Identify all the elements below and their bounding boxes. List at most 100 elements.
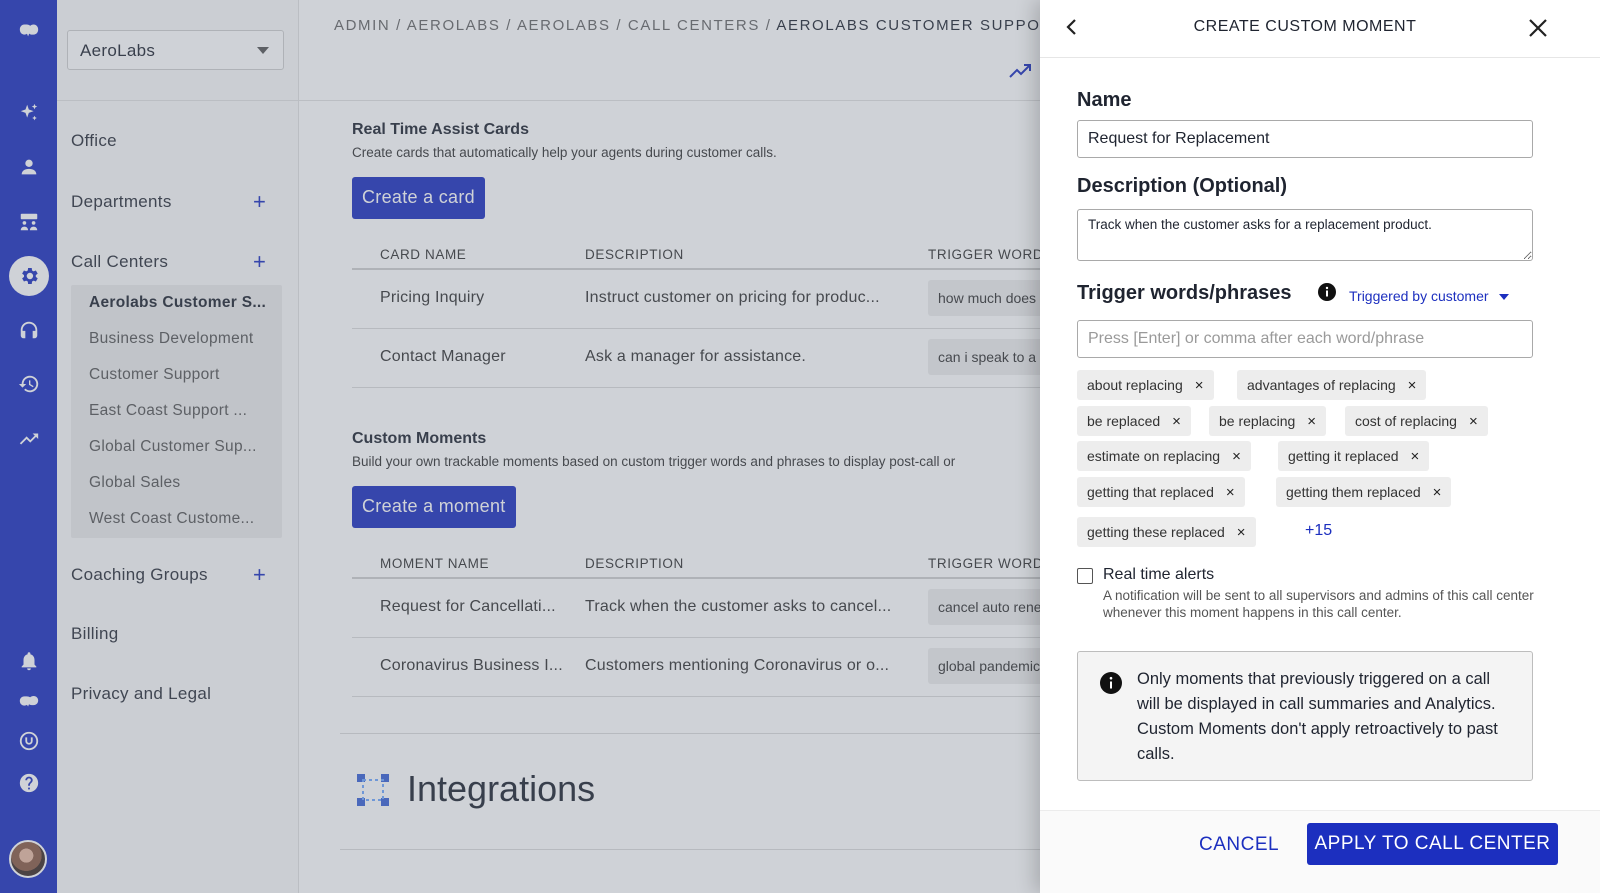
name-input[interactable] — [1077, 120, 1533, 158]
close-icon[interactable] — [1526, 16, 1550, 40]
gear-icon[interactable] — [0, 256, 57, 296]
realtime-alerts-label[interactable]: Real time alerts — [1103, 566, 1214, 584]
apply-button[interactable]: APPLY TO CALL CENTER — [1307, 823, 1558, 865]
call-center-list: Aerolabs Customer S... Business Developm… — [71, 285, 282, 538]
add-coaching-group-button[interactable]: + — [253, 564, 266, 586]
bell-icon[interactable] — [0, 641, 57, 681]
list-item[interactable]: Customer Support — [71, 357, 282, 393]
cancel-button[interactable]: CANCEL — [1199, 834, 1279, 856]
divider — [352, 577, 1052, 579]
divider — [352, 637, 1052, 638]
list-item[interactable]: West Coast Custome... — [71, 501, 282, 537]
sparkle-icon[interactable] — [0, 93, 57, 133]
info-icon — [1100, 672, 1122, 694]
moment-name[interactable]: Request for Cancellati... — [380, 598, 556, 616]
remove-tag-icon[interactable]: × — [1232, 448, 1241, 465]
avatar[interactable] — [9, 840, 47, 878]
trend-icon[interactable] — [0, 419, 57, 459]
create-moment-button[interactable]: Create a moment — [352, 486, 516, 528]
triggered-by-select[interactable]: Triggered by customer — [1349, 288, 1509, 304]
card-desc: Ask a manager for assistance. — [585, 348, 807, 365]
list-item[interactable]: Business Development — [71, 321, 282, 357]
moments-title: Custom Moments — [352, 430, 487, 447]
icon-rail — [0, 0, 57, 893]
card-name[interactable]: Contact Manager — [380, 348, 506, 366]
remove-tag-icon[interactable]: × — [1307, 413, 1316, 430]
description-input[interactable]: Track when the customer asks for a repla… — [1077, 209, 1533, 261]
info-note: Only moments that previously triggered o… — [1077, 651, 1533, 781]
org-select[interactable]: AeroLabs — [67, 30, 284, 70]
cards-subtitle: Create cards that automatically help you… — [352, 145, 777, 160]
remove-tag-icon[interactable]: × — [1433, 484, 1442, 501]
remove-tag-icon[interactable]: × — [1226, 484, 1235, 501]
nav-privacy[interactable]: Privacy and Legal — [71, 684, 211, 704]
tag-chip: getting it replaced × — [1278, 441, 1430, 471]
integrations-title: Integrations — [407, 768, 596, 809]
card-desc: Instruct customer on pricing for produc.… — [585, 289, 880, 306]
breadcrumb: ADMIN / AEROLABS / AEROLABS / CALL CENTE… — [334, 17, 1064, 34]
dialpad-logo-icon[interactable] — [0, 10, 57, 50]
create-card-button[interactable]: Create a card — [352, 177, 485, 219]
card-name[interactable]: Pricing Inquiry — [380, 289, 484, 307]
tag-chip: getting them replaced × — [1276, 477, 1452, 507]
remove-tag-icon[interactable]: × — [1172, 413, 1181, 430]
chevron-down-icon — [1498, 294, 1509, 301]
trigger-chip: global pandemic — [928, 648, 1048, 684]
tag-chip: getting these replaced × — [1077, 517, 1256, 547]
remove-tag-icon[interactable]: × — [1408, 377, 1417, 394]
tag-chip: cost of replacing × — [1345, 406, 1488, 436]
column-header: DESCRIPTION — [585, 247, 684, 262]
trigger-chip: how much does — [928, 280, 1048, 316]
list-item[interactable]: Aerolabs Customer S... — [71, 285, 282, 321]
description-label: Description (Optional) — [1077, 175, 1287, 197]
remove-tag-icon[interactable]: × — [1469, 413, 1478, 430]
divider — [352, 696, 1052, 697]
remove-tag-icon[interactable]: × — [1237, 524, 1246, 541]
trigger-input[interactable] — [1077, 320, 1533, 358]
more-tags-link[interactable]: +15 — [1305, 522, 1332, 540]
nav-office[interactable]: Office — [71, 131, 117, 151]
chat-icon[interactable] — [0, 721, 57, 761]
column-header: MOMENT NAME — [380, 556, 490, 571]
settings-nav: AeroLabs Office Departments + Call Cente… — [57, 0, 299, 893]
help-icon[interactable] — [0, 763, 57, 803]
divider — [340, 849, 1100, 850]
tag-chip: be replaced × — [1077, 406, 1191, 436]
add-department-button[interactable]: + — [253, 191, 266, 213]
tag-chip: advantages of replacing × — [1237, 370, 1427, 400]
divider — [340, 733, 1100, 734]
column-header: DESCRIPTION — [585, 556, 684, 571]
list-item[interactable]: East Coast Support ... — [71, 393, 282, 429]
moment-name[interactable]: Coronavirus Business I... — [380, 657, 563, 675]
headset-icon[interactable] — [0, 310, 57, 350]
nav-departments[interactable]: Departments — [71, 192, 172, 212]
add-call-center-button[interactable]: + — [253, 251, 266, 273]
trigger-chip: cancel auto rene — [928, 589, 1048, 625]
create-moment-drawer: CREATE CUSTOM MOMENT Name Description (O… — [1040, 0, 1600, 893]
remove-tag-icon[interactable]: × — [1411, 448, 1420, 465]
info-icon[interactable] — [1318, 283, 1336, 301]
nav-coaching-groups[interactable]: Coaching Groups — [71, 565, 208, 585]
divider — [352, 387, 1052, 388]
remove-tag-icon[interactable]: × — [1195, 377, 1204, 394]
tag-chip: getting that replaced × — [1077, 477, 1245, 507]
user-icon[interactable] — [0, 147, 57, 187]
contact-center-icon[interactable] — [0, 202, 57, 242]
realtime-alerts-checkbox[interactable] — [1077, 568, 1093, 584]
dialpad-icon[interactable] — [0, 681, 57, 721]
column-header: TRIGGER WORDS — [928, 247, 1053, 262]
name-label: Name — [1077, 89, 1132, 111]
drawer-header: CREATE CUSTOM MOMENT — [1040, 0, 1600, 58]
list-item[interactable]: Global Customer Sup... — [71, 429, 282, 465]
column-header: CARD NAME — [380, 247, 467, 262]
nav-call-centers[interactable]: Call Centers — [71, 252, 168, 272]
integrations-icon — [357, 774, 389, 806]
list-item[interactable]: Global Sales — [71, 465, 282, 501]
history-icon[interactable] — [0, 364, 57, 404]
divider — [299, 100, 1099, 101]
drawer-title: CREATE CUSTOM MOMENT — [1193, 18, 1417, 35]
column-header: TRIGGER WORDS — [928, 556, 1053, 571]
analytics-trend-icon[interactable] — [1009, 62, 1033, 80]
tag-chip: be replacing × — [1209, 406, 1327, 436]
nav-billing[interactable]: Billing — [71, 624, 118, 644]
